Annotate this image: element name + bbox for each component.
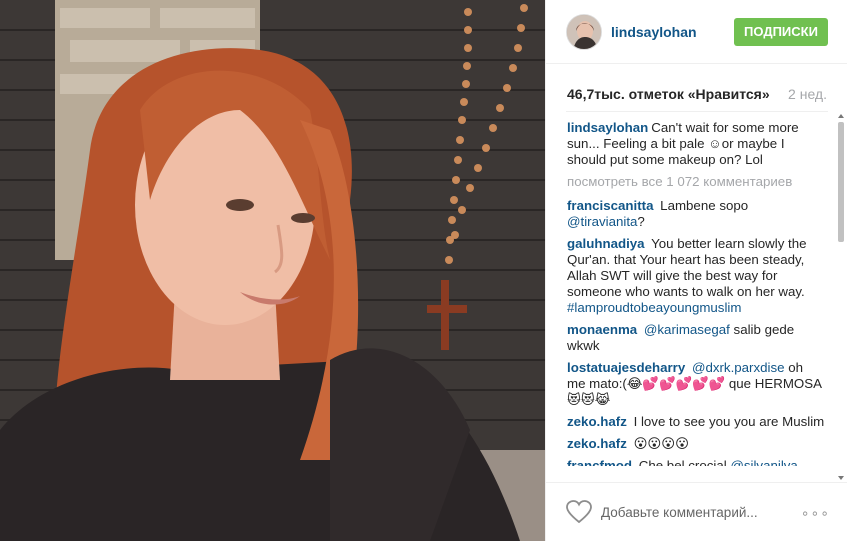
post-header: lindsaylohan ПОДПИСКИ bbox=[546, 0, 847, 64]
comments-list: lindsaylohan Can't wait for some more sun… bbox=[567, 120, 825, 480]
comment-mention[interactable]: @dxrk.parxdise bbox=[692, 360, 785, 375]
more-options-icon[interactable]: ∘∘∘ bbox=[801, 505, 830, 522]
comment-item: franciscanitta Lambene sopo @tiravianita… bbox=[567, 198, 825, 230]
post-author-username[interactable]: lindsaylohan bbox=[611, 24, 697, 40]
comment-username[interactable]: franciscanitta bbox=[567, 198, 653, 213]
comment-item: zeko.hafz 😮😮😮😮 bbox=[567, 436, 825, 452]
comment-mention[interactable]: @silvanilva bbox=[730, 458, 797, 466]
comment-mention[interactable]: @tiravianita bbox=[567, 214, 637, 229]
comment-mention[interactable]: @karimasegaf bbox=[644, 322, 730, 337]
add-comment-input[interactable] bbox=[601, 502, 761, 522]
scrollbar-thumb[interactable] bbox=[838, 122, 844, 242]
comment-item: monaenma @karimasegaf salib gede wkwk bbox=[567, 322, 825, 354]
follow-button[interactable]: ПОДПИСКИ bbox=[734, 18, 828, 46]
heart-icon[interactable] bbox=[566, 500, 592, 524]
comment-username[interactable]: monaenma bbox=[567, 322, 637, 337]
avatar-image bbox=[567, 15, 601, 49]
comment-username[interactable]: lostatuajesdeharry bbox=[567, 360, 685, 375]
comment-text: Lambene sopo bbox=[660, 198, 749, 213]
comment-text: Che bel crocial bbox=[638, 458, 727, 466]
comment-username[interactable]: zeko.hafz bbox=[567, 414, 627, 429]
post-timestamp[interactable]: 2 нед. bbox=[788, 86, 827, 102]
scroll-up-arrow-icon[interactable] bbox=[838, 114, 844, 118]
post-details-panel: lindsaylohan ПОДПИСКИ 46,7тыс. отметок «… bbox=[545, 0, 847, 541]
caption: lindsaylohan Can't wait for some more sun… bbox=[567, 120, 825, 168]
view-all-comments-link[interactable]: посмотреть все 1 072 комментариев bbox=[567, 174, 825, 190]
divider bbox=[566, 111, 828, 112]
avatar[interactable] bbox=[566, 14, 602, 50]
comment-username[interactable]: zeko.hafz bbox=[567, 436, 627, 451]
comment-text: 😮😮😮😮 bbox=[633, 436, 690, 451]
post-footer: ∘∘∘ bbox=[546, 482, 847, 541]
comment-text-after: ? bbox=[637, 214, 645, 229]
comment-item: zeko.hafz I love to see you you are Musl… bbox=[567, 414, 825, 430]
comment-username[interactable]: galuhnadiya bbox=[567, 236, 645, 251]
comment-item: galuhnadiya You better learn slowly the … bbox=[567, 236, 825, 316]
comments-scrollbar[interactable] bbox=[837, 114, 845, 480]
comment-item: lostatuajesdeharry @dxrk.parxdise oh me … bbox=[567, 360, 825, 408]
selfie-illustration bbox=[0, 0, 545, 541]
comment-hashtag[interactable]: #lamproudtobeayoungmuslim bbox=[567, 300, 741, 315]
comment-item: francfmod Che bel crocial @silvanilva bbox=[567, 458, 825, 466]
comment-text: I love to see you you are Muslim bbox=[633, 414, 825, 429]
caption-username[interactable]: lindsaylohan bbox=[567, 120, 648, 135]
scroll-down-arrow-icon[interactable] bbox=[838, 476, 844, 480]
post-photo[interactable] bbox=[0, 0, 545, 541]
comment-username[interactable]: francfmod bbox=[567, 458, 632, 466]
